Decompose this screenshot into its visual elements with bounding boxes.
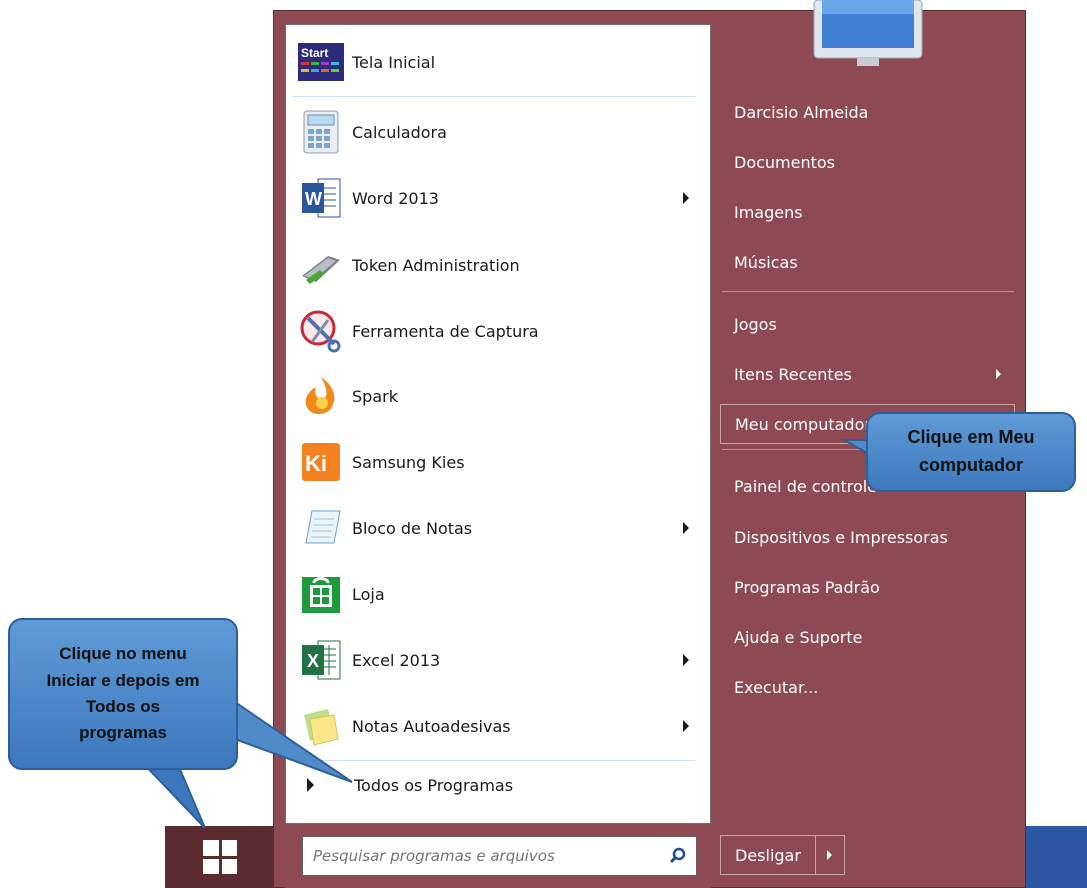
callout-text: Clique no menu Iniciar e depois em Todos… [46,644,200,743]
callout-start-menu: Clique no menu Iniciar e depois em Todos… [8,618,238,770]
callout-computer: Clique em Meu computador [866,412,1076,492]
callout-text: Clique em Meu computador [907,427,1035,475]
